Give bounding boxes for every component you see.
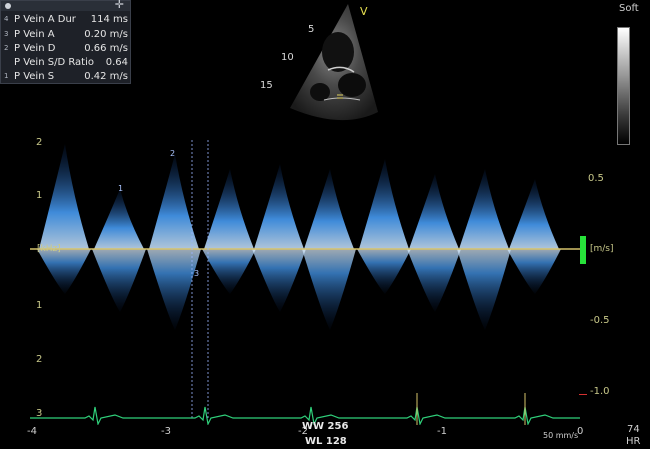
depth-label: 10 bbox=[281, 52, 294, 63]
measurement-row[interactable]: P Vein S/D Ratio 0.64 bbox=[1, 56, 132, 69]
reverse-flow-wave bbox=[457, 249, 511, 330]
forward-flow-wave bbox=[149, 154, 199, 249]
time-tick: -3 bbox=[161, 426, 171, 437]
velocity-limit-marker bbox=[579, 394, 587, 395]
depth-label: 15 bbox=[260, 80, 273, 91]
time-tick: -1 bbox=[437, 426, 447, 437]
measurement-row[interactable]: 2 P Vein D 0.66 m/s bbox=[1, 42, 132, 55]
collapse-icon[interactable] bbox=[5, 3, 11, 9]
measurement-index: 3 bbox=[4, 30, 9, 38]
forward-flow-wave bbox=[509, 179, 559, 249]
frequency-tick: 3 bbox=[36, 408, 43, 419]
measurement-label: P Vein S/D Ratio bbox=[14, 57, 94, 68]
reverse-flow-wave bbox=[407, 249, 461, 312]
frequency-tick: 2 bbox=[36, 137, 43, 148]
forward-flow-envelope bbox=[39, 144, 559, 249]
forward-flow-wave bbox=[39, 144, 89, 249]
reverse-flow-wave bbox=[507, 249, 561, 294]
reverse-flow-envelope bbox=[37, 249, 561, 330]
orientation-marker: V bbox=[360, 5, 368, 18]
reverse-flow-wave bbox=[147, 249, 201, 330]
velocity-tick: 0.5 bbox=[588, 173, 604, 184]
measurement-value: 114 ms bbox=[90, 14, 128, 25]
measurement-row[interactable]: 1 P Vein S 0.42 m/s bbox=[1, 70, 132, 83]
cursor-label[interactable]: 2 bbox=[170, 149, 175, 158]
velocity-tick: -1.0 bbox=[590, 386, 610, 397]
grayscale-map-label: Soft bbox=[619, 3, 639, 14]
cardiac-chamber bbox=[310, 83, 330, 101]
time-tick: -4 bbox=[27, 426, 37, 437]
forward-flow-wave bbox=[94, 189, 144, 249]
measurement-index: 1 bbox=[4, 72, 9, 80]
reverse-flow-wave bbox=[37, 249, 91, 294]
cursor-label[interactable]: 3 bbox=[194, 269, 199, 278]
reverse-flow-wave bbox=[92, 249, 146, 312]
forward-flow-wave bbox=[459, 169, 509, 249]
move-icon[interactable]: ✛ bbox=[115, 0, 124, 11]
reverse-flow-wave bbox=[302, 249, 356, 330]
sector-image-svg: V 5 10 15 bbox=[260, 4, 378, 121]
forward-flow-wave bbox=[204, 169, 254, 249]
velocity-tick: -0.5 bbox=[590, 315, 610, 326]
measurement-label: P Vein S bbox=[14, 71, 55, 82]
measurement-value: 0.64 bbox=[105, 57, 128, 68]
baseline-handle[interactable] bbox=[580, 236, 586, 264]
frequency-tick: 1 bbox=[36, 300, 43, 311]
measurement-label: P Vein D bbox=[14, 43, 56, 54]
sweep-speed: 50 mm/s bbox=[543, 431, 579, 440]
forward-flow-wave bbox=[304, 169, 354, 249]
depth-label: 5 bbox=[308, 24, 314, 35]
heart-rate-label: HR bbox=[626, 436, 641, 447]
doppler-spectrum: 1 2 3 bbox=[30, 140, 580, 425]
measurement-row[interactable]: 3 P Vein A 0.20 m/s bbox=[1, 28, 132, 41]
window-width: WW 256 bbox=[302, 421, 349, 432]
velocity-unit: [m/s] bbox=[590, 244, 614, 254]
frequency-tick: 1 bbox=[36, 190, 43, 201]
sector-image: V 5 10 15 bbox=[250, 0, 380, 130]
measurement-label: P Vein A Dur bbox=[14, 14, 76, 25]
frequency-unit: [kHz] bbox=[37, 244, 61, 254]
measurement-value: 0.20 m/s bbox=[84, 29, 128, 40]
forward-flow-wave bbox=[359, 159, 409, 249]
measurement-value: 0.66 m/s bbox=[84, 43, 128, 54]
measurement-label: P Vein A bbox=[14, 29, 55, 40]
reverse-flow-wave bbox=[252, 249, 306, 312]
measurement-value: 0.42 m/s bbox=[84, 71, 128, 82]
cardiac-chamber bbox=[322, 32, 354, 72]
measurement-index: 4 bbox=[4, 15, 9, 23]
cardiac-chamber bbox=[338, 73, 366, 97]
measurement-panel: ✛ 4 P Vein A Dur 114 ms 3 P Vein A 0.20 … bbox=[0, 0, 131, 84]
frequency-tick: 2 bbox=[36, 354, 43, 365]
forward-flow-wave bbox=[409, 174, 459, 249]
window-level: WL 128 bbox=[305, 436, 347, 447]
grayscale-bar bbox=[617, 27, 630, 145]
reverse-flow-wave bbox=[202, 249, 256, 294]
measurement-index: 2 bbox=[4, 44, 9, 52]
measurement-row[interactable]: 4 P Vein A Dur 114 ms bbox=[1, 13, 132, 26]
measurement-panel-header: ✛ bbox=[1, 0, 130, 11]
heart-rate-value: 74 bbox=[627, 424, 640, 435]
forward-flow-wave bbox=[254, 164, 304, 249]
cursor-label[interactable]: 1 bbox=[118, 184, 123, 193]
reverse-flow-wave bbox=[357, 249, 411, 294]
